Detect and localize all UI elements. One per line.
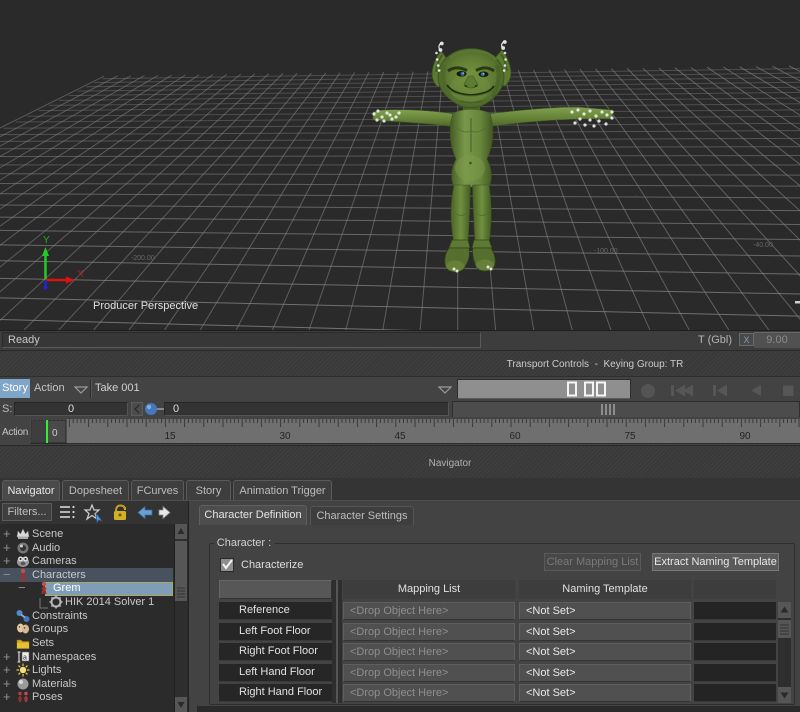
svg-text:45: 45 [394,431,406,442]
svg-text:. - .: . - . [632,193,641,199]
svg-text:. -200.00: . -200.00 [127,255,155,262]
svg-text:-40.00: -40.00 [753,242,773,249]
svg-text:Y: Y [43,235,50,246]
svg-text:a: a [23,655,27,662]
svg-text:30: 30 [279,431,291,442]
svg-text:60: 60 [509,431,521,442]
svg-text:. -100.00: . -100.00 [590,248,618,255]
svg-text:15: 15 [164,431,176,442]
svg-text:Producer Perspective: Producer Perspective [93,300,198,312]
svg-text:0: 0 [52,428,58,439]
svg-text:75: 75 [624,431,636,442]
svg-text:90: 90 [739,431,751,442]
svg-text:X: X [77,269,84,280]
